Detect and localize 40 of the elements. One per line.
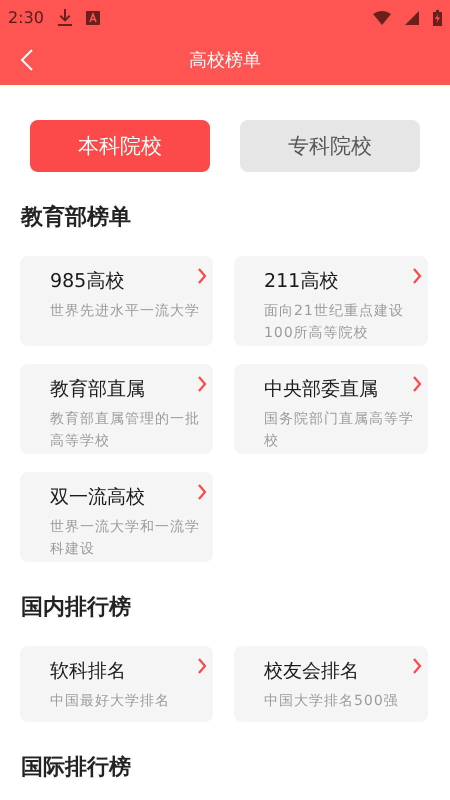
section-title: 国际排行榜 xyxy=(21,754,132,782)
ranking-card[interactable]: 中央部委直属 国务院部门直属高等学校 xyxy=(234,364,428,454)
ranking-card[interactable]: 985高校 世界先进水平一流大学 xyxy=(20,256,213,346)
card-description: 世界先进水平一流大学 xyxy=(50,302,201,321)
notification-icon xyxy=(86,10,100,24)
card-description: 世界一流大学和一流学科建设 xyxy=(50,518,201,559)
ranking-card[interactable]: 软科排名 中国最好大学排名 xyxy=(20,646,213,722)
section-title: 国内排行榜 xyxy=(21,594,132,622)
signal-icon xyxy=(405,10,419,24)
card-description: 中国最好大学排名 xyxy=(50,692,171,711)
category-tab[interactable]: 专科院校 xyxy=(240,120,420,172)
ranking-card[interactable]: 双一流高校 世界一流大学和一流学科建设 xyxy=(20,472,213,562)
card-title: 中央部委直属 xyxy=(264,377,378,402)
chevron-icon xyxy=(412,658,422,674)
card-title: 211高校 xyxy=(264,269,338,294)
card-title: 双一流高校 xyxy=(50,485,145,510)
card-title: 校友会排名 xyxy=(264,659,359,684)
card-title: 软科排名 xyxy=(50,659,126,684)
download-icon xyxy=(58,8,72,26)
chevron-icon xyxy=(197,268,207,284)
card-description: 国务院部门直属高等学校 xyxy=(264,410,415,451)
card-description: 中国大学排名500强 xyxy=(264,692,400,711)
wifi-icon xyxy=(373,10,391,24)
chevron-icon xyxy=(197,658,207,674)
page-title: 高校榜单 xyxy=(189,49,261,72)
ranking-card[interactable]: 教育部直属 教育部直属管理的一批高等学校 xyxy=(20,364,213,454)
card-title: 教育部直属 xyxy=(50,377,145,402)
status-time: 2:30 xyxy=(8,8,44,27)
card-title: 985高校 xyxy=(50,269,124,294)
back-icon[interactable] xyxy=(20,49,34,71)
chevron-icon xyxy=(197,376,207,392)
ranking-card[interactable]: 校友会排名 中国大学排名500强 xyxy=(234,646,428,722)
battery-icon xyxy=(433,10,442,26)
section-title: 教育部榜单 xyxy=(21,204,132,232)
chevron-icon xyxy=(412,268,422,284)
card-description: 教育部直属管理的一批高等学校 xyxy=(50,410,201,451)
chevron-icon xyxy=(412,376,422,392)
ranking-card[interactable]: 211高校 面向21世纪重点建设100所高等院校 xyxy=(234,256,428,346)
chevron-icon xyxy=(197,484,207,500)
card-description: 面向21世纪重点建设100所高等院校 xyxy=(264,302,405,343)
